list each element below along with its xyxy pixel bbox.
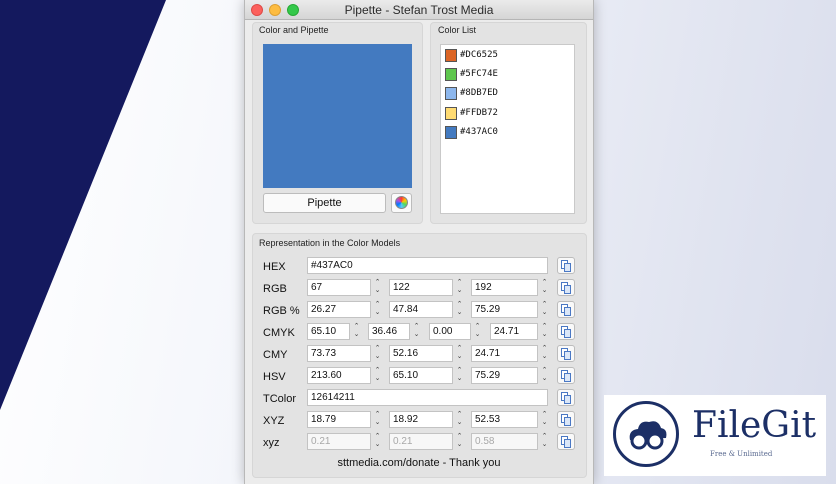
filegit-tagline: Free & Unlimited — [710, 450, 773, 458]
color-picker-button[interactable] — [391, 193, 412, 213]
rgb-b-stepper[interactable]: ⌃ ⌄ — [540, 279, 549, 296]
color-list-swatch — [445, 87, 457, 100]
xyz-lower-label: xyz — [263, 437, 280, 449]
hex-label: HEX — [263, 261, 286, 273]
donate-link[interactable]: sttmedia.com/donate - Thank you — [245, 457, 593, 469]
copy-cmy-button[interactable] — [557, 345, 575, 362]
copy-icon — [561, 414, 572, 426]
hsv-s-stepper[interactable]: ⌃ ⌄ — [455, 367, 464, 384]
rgb-pct-g-stepper[interactable]: ⌃ ⌄ — [455, 301, 464, 318]
color-wheel-icon — [395, 196, 408, 209]
color-list-swatch — [445, 126, 457, 139]
rgb-pct-label: RGB % — [263, 305, 300, 317]
rgb-b-field[interactable]: 192 — [471, 279, 538, 296]
cmyk-m-stepper[interactable]: ⌃ ⌄ — [412, 323, 421, 340]
xyz-label: XYZ — [263, 415, 285, 427]
hsv-h-stepper[interactable]: ⌃ ⌄ — [373, 367, 382, 384]
copy-cmyk-button[interactable] — [557, 323, 575, 340]
color-list-swatch — [445, 68, 457, 81]
color-list-label: Color List — [438, 25, 477, 35]
title-bar[interactable]: Pipette - Stefan Trost Media — [245, 0, 593, 20]
copy-xyz-button[interactable] — [557, 411, 575, 428]
rgb-pct-b-stepper[interactable]: ⌃ ⌄ — [540, 301, 549, 318]
hsv-v-field[interactable]: 75.29 — [471, 367, 538, 384]
color-list-swatch — [445, 49, 457, 62]
rgb-label: RGB — [263, 283, 287, 295]
copy-tcolor-button[interactable] — [557, 389, 575, 406]
color-list[interactable]: #DC6525 #5FC74E #8DB7ED #FFDB72 #437AC0 — [440, 44, 575, 214]
copy-rgb-pct-button[interactable] — [557, 301, 575, 318]
hsv-s-field[interactable]: 65.10 — [389, 367, 453, 384]
rgb-g-field[interactable]: 122 — [389, 279, 453, 296]
rgb-pct-r-field[interactable]: 26.27 — [307, 301, 371, 318]
hsv-label: HSV — [263, 371, 286, 383]
xyz-z-field[interactable]: 52.53 — [471, 411, 538, 428]
color-list-swatch — [445, 107, 457, 120]
cmy-c-stepper[interactable]: ⌃ ⌄ — [373, 345, 382, 362]
window-title: Pipette - Stefan Trost Media — [344, 3, 494, 17]
color-list-hex: #437AC0 — [460, 127, 498, 137]
xyz-y-stepper[interactable]: ⌃ ⌄ — [455, 411, 464, 428]
xyz-lower-z-field[interactable]: 0.58 — [471, 433, 538, 450]
filegit-watermark: FileGit Free & Unlimited — [604, 395, 826, 476]
rgb-pct-g-field[interactable]: 47.84 — [389, 301, 453, 318]
copy-icon — [561, 260, 572, 272]
rgb-pct-b-field[interactable]: 75.29 — [471, 301, 538, 318]
color-list-hex: #FFDB72 — [460, 108, 498, 118]
cmy-m-stepper[interactable]: ⌃ ⌄ — [455, 345, 464, 362]
color-list-hex: #DC6525 — [460, 50, 498, 60]
cmyk-m-field[interactable]: 36.46 — [368, 323, 410, 340]
copy-icon — [561, 326, 572, 338]
rgb-r-stepper[interactable]: ⌃ ⌄ — [373, 279, 382, 296]
color-models-label: Representation in the Color Models — [259, 238, 401, 248]
copy-icon — [561, 392, 572, 404]
filegit-brand: FileGit — [692, 405, 817, 446]
cmyk-y-field[interactable]: 0.00 — [429, 323, 471, 340]
copy-icon — [561, 370, 572, 382]
copy-hsv-button[interactable] — [557, 367, 575, 384]
pipette-button[interactable]: Pipette — [263, 193, 386, 213]
copy-hex-button[interactable] — [557, 257, 575, 274]
color-and-pipette-label: Color and Pipette — [259, 25, 329, 35]
xyz-lower-y-stepper[interactable]: ⌃ ⌄ — [455, 433, 464, 450]
cmy-y-field[interactable]: 24.71 — [471, 345, 538, 362]
tcolor-field[interactable]: 12614211 — [307, 389, 548, 406]
copy-rgb-button[interactable] — [557, 279, 575, 296]
hsv-h-field[interactable]: 213.60 — [307, 367, 371, 384]
xyz-lower-x-stepper[interactable]: ⌃ ⌄ — [373, 433, 382, 450]
cmyk-k-field[interactable]: 24.71 — [490, 323, 538, 340]
hex-field[interactable]: #437AC0 — [307, 257, 548, 274]
cmyk-label: CMYK — [263, 327, 295, 339]
cmyk-k-stepper[interactable]: ⌃ ⌄ — [540, 323, 549, 340]
color-list-hex: #5FC74E — [460, 69, 498, 79]
xyz-x-stepper[interactable]: ⌃ ⌄ — [373, 411, 382, 428]
xyz-y-field[interactable]: 18.92 — [389, 411, 453, 428]
xyz-x-field[interactable]: 18.79 — [307, 411, 371, 428]
cmy-c-field[interactable]: 73.73 — [307, 345, 371, 362]
copy-icon — [561, 436, 572, 448]
cmyk-c-field[interactable]: 65.10 — [307, 323, 350, 340]
color-list-hex: #8DB7ED — [460, 88, 498, 98]
copy-icon — [561, 282, 572, 294]
xyz-z-stepper[interactable]: ⌃ ⌄ — [540, 411, 549, 428]
xyz-lower-y-field[interactable]: 0.21 — [389, 433, 453, 450]
cmy-y-stepper[interactable]: ⌃ ⌄ — [540, 345, 549, 362]
cloud-binoculars-logo-icon — [613, 401, 679, 467]
copy-xyz-lower-button[interactable] — [557, 433, 575, 450]
cmyk-y-stepper[interactable]: ⌃ ⌄ — [473, 323, 482, 340]
rgb-r-field[interactable]: 67 — [307, 279, 371, 296]
hsv-v-stepper[interactable]: ⌃ ⌄ — [540, 367, 549, 384]
cmy-label: CMY — [263, 349, 288, 361]
cmy-m-field[interactable]: 52.16 — [389, 345, 453, 362]
tcolor-label: TColor — [263, 393, 297, 405]
current-color-preview — [263, 44, 412, 188]
copy-icon — [561, 348, 572, 360]
copy-icon — [561, 304, 572, 316]
pipette-window: Pipette - Stefan Trost Media Color and P… — [244, 0, 594, 484]
xyz-lower-x-field[interactable]: 0.21 — [307, 433, 371, 450]
rgb-pct-r-stepper[interactable]: ⌃ ⌄ — [373, 301, 382, 318]
cmyk-c-stepper[interactable]: ⌃ ⌄ — [352, 323, 361, 340]
xyz-lower-z-stepper[interactable]: ⌃ ⌄ — [540, 433, 549, 450]
rgb-g-stepper[interactable]: ⌃ ⌄ — [455, 279, 464, 296]
